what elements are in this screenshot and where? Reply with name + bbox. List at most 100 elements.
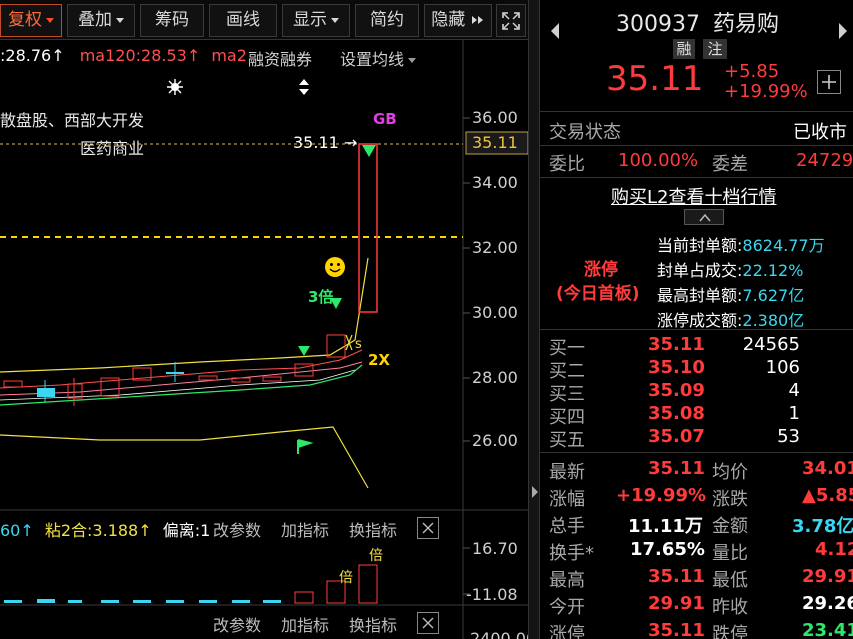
stat-label: 今开 xyxy=(549,597,585,618)
candle xyxy=(67,383,83,399)
indicator-partial-value: 60 xyxy=(0,521,21,540)
switch-indicator-button[interactable]: 换指标 xyxy=(349,517,397,541)
prev-stock-arrow-icon[interactable] xyxy=(548,22,562,40)
bid-price: 35.11 xyxy=(648,334,705,355)
arrow-up-icon: ↑ xyxy=(20,521,34,540)
jianyue-label: 简约 xyxy=(370,10,404,30)
stat-value: 35.11 xyxy=(648,566,705,587)
arrow-up-icon: ↑ xyxy=(138,521,152,540)
xianshi-dropdown[interactable]: 显示 xyxy=(282,4,350,37)
gb-marker: GB xyxy=(373,110,397,128)
candle xyxy=(3,380,23,388)
candle-limit-up xyxy=(358,143,378,313)
diejia-dropdown[interactable]: 叠加 xyxy=(67,4,135,37)
stock-name: 药易购 xyxy=(712,12,779,37)
y-tick-32: 32.00 xyxy=(472,238,518,257)
arrow-right-icon: → xyxy=(338,133,358,152)
fuquan-label: 复权 xyxy=(8,10,42,30)
bottom-switch-indicator-button[interactable]: 换指标 xyxy=(349,612,397,636)
stat-value: 35.11 xyxy=(648,458,705,479)
sub-bei-marker: 倍 xyxy=(369,548,383,564)
stat-value: 35.11 xyxy=(648,620,705,639)
chevron-down-icon xyxy=(116,17,124,23)
stat-value: 29.91 xyxy=(802,566,853,587)
chouma-label: 筹码 xyxy=(155,10,189,30)
double-chevron-right-icon xyxy=(471,16,483,24)
next-stock-arrow-icon[interactable] xyxy=(836,22,850,40)
limit-up-info: 当前封单额:8624.77万 封单占成交:22.12% 最高封单额:7.627亿… xyxy=(657,233,825,333)
ma-red-line xyxy=(0,349,363,389)
add-watchlist-button[interactable] xyxy=(817,70,841,94)
y-tick-26: 26.00 xyxy=(472,431,518,450)
y-tick-36: 36.00 xyxy=(472,108,518,127)
candle xyxy=(262,376,282,382)
stat-value: 29.91 xyxy=(648,593,705,614)
change-params-button[interactable]: 改参数 xyxy=(213,517,261,541)
huaxian-label: 画线 xyxy=(226,10,260,30)
fullscreen-button[interactable] xyxy=(496,4,526,37)
fullscreen-icon xyxy=(502,12,520,30)
buy-l2-link[interactable]: 购买L2查看十档行情 xyxy=(611,183,776,209)
limit-row-label: 涨停成交额: xyxy=(657,311,743,330)
stat-label: 涨幅 xyxy=(549,489,585,510)
stat-label: 总手 xyxy=(549,516,585,537)
smiley-icon xyxy=(325,257,345,277)
stat-label: 最低 xyxy=(712,570,748,591)
stat-value: 34.01 xyxy=(802,458,853,479)
close-indicator-button[interactable] xyxy=(417,517,439,539)
nian2-value: 粘2合:3.188 xyxy=(44,521,139,540)
limit-row-label: 最高封单额: xyxy=(657,286,743,305)
price-change: +5.85 xyxy=(724,61,780,82)
last-price: 35.11 xyxy=(606,59,704,99)
fuquan-dropdown[interactable]: 复权 xyxy=(0,4,62,37)
sub-y-tick-top: 16.70 xyxy=(472,539,518,558)
diejia-label: 叠加 xyxy=(78,10,112,30)
stock-code: 300937 xyxy=(616,12,700,37)
limit-row-label: 当前封单额: xyxy=(657,236,743,255)
bid-price: 35.07 xyxy=(648,426,705,447)
current-price-tag: 35.11 xyxy=(472,133,518,152)
last-price-label-value: 35.11 xyxy=(293,133,339,152)
last-price-marker-label: 35.11 → xyxy=(293,133,357,152)
trade-status-value: 已收市 xyxy=(793,122,847,143)
stat-value: 29.26 xyxy=(802,593,853,614)
sub-y-tick-bottom: -11.08 xyxy=(466,585,518,604)
xianshi-label: 显示 xyxy=(293,10,327,30)
concept-tag-2: 医药商业 xyxy=(80,139,145,158)
stat-value: +19.99% xyxy=(616,485,707,506)
bottom-close-indicator-button[interactable] xyxy=(417,612,439,634)
chart-toolbar: 复权 叠加 筹码 画线 显示 简约 隐藏 xyxy=(0,0,528,40)
stat-label: 最高 xyxy=(549,570,585,591)
close-icon xyxy=(422,617,434,629)
y-tick-34: 34.00 xyxy=(472,173,518,192)
candle xyxy=(166,372,184,374)
bottom-change-params-button[interactable]: 改参数 xyxy=(213,612,261,636)
bid-price: 35.09 xyxy=(648,380,705,401)
bottom-add-indicator-button[interactable]: 加指标 xyxy=(281,612,329,636)
collapse-toggle[interactable] xyxy=(684,209,724,225)
stat-label: 换手* xyxy=(549,543,594,564)
limit-row-label: 封单占成交: xyxy=(657,261,743,280)
weicha-label: 委差 xyxy=(712,154,748,175)
jianyue-button[interactable]: 简约 xyxy=(355,4,419,37)
bid-volume: 24565 xyxy=(742,334,800,355)
margin-tag: 融 xyxy=(673,39,695,59)
panel-splitter[interactable] xyxy=(528,0,540,639)
yincang-button[interactable]: 隐藏 xyxy=(424,4,492,37)
stat-value: 4.12 xyxy=(815,539,853,560)
stat-label: 最新 xyxy=(549,462,585,483)
concept-tag-1: 散盘股、西部大开发 xyxy=(0,111,145,130)
green-down-arrow-icon-stem xyxy=(365,146,373,150)
trade-status-label: 交易状态 xyxy=(549,122,621,143)
weicha-value: 24729 xyxy=(796,150,853,171)
registered-tag: 注 xyxy=(703,39,727,59)
huaxian-button[interactable]: 画线 xyxy=(209,4,277,37)
chouma-button[interactable]: 筹码 xyxy=(140,4,204,37)
weibi-label: 委比 xyxy=(549,154,585,175)
bid-volume: 4 xyxy=(788,380,800,401)
green-down-arrow-icon xyxy=(298,346,310,356)
add-indicator-button[interactable]: 加指标 xyxy=(281,517,329,541)
bid-label: 买五 xyxy=(549,430,585,451)
limit-row-value: 8624.77万 xyxy=(742,236,825,255)
limit-row-value: 7.627亿 xyxy=(742,286,805,305)
